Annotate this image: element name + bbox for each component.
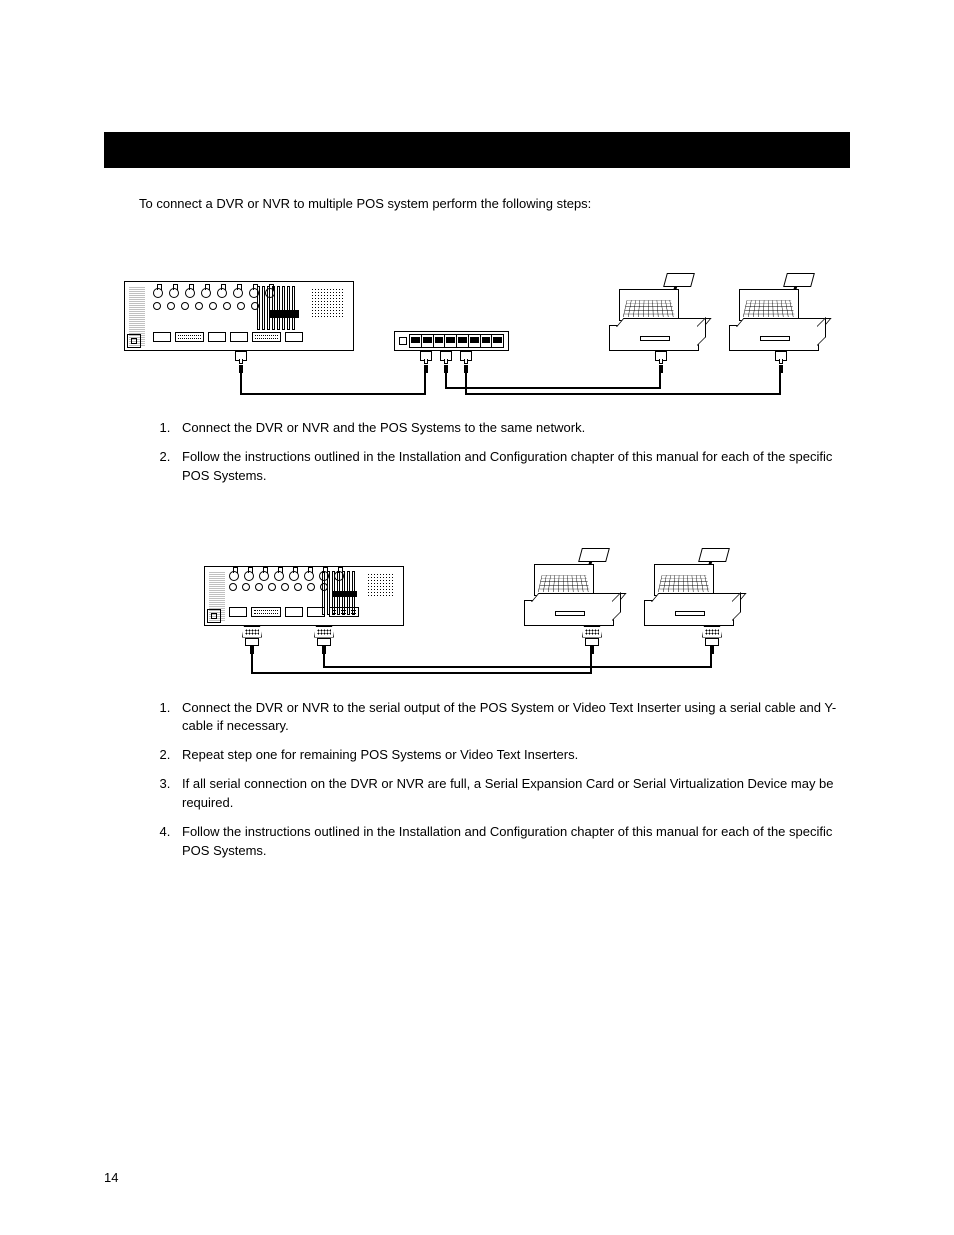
- page-number: 14: [104, 1170, 118, 1185]
- list-item: Repeat step one for remaining POS System…: [174, 746, 850, 765]
- serial-wiring: [124, 626, 850, 681]
- network-wiring: [124, 351, 850, 401]
- pos-register-icon: [609, 281, 699, 351]
- list-item: Connect the DVR or NVR to the serial out…: [174, 699, 850, 737]
- document-page: To connect a DVR or NVR to multiple POS …: [0, 0, 954, 1235]
- serial-section: Connect the DVR or NVR to the serial out…: [104, 556, 850, 861]
- network-steps-list: Connect the DVR or NVR and the POS Syste…: [174, 419, 850, 486]
- pos-register-icon: [644, 556, 734, 626]
- section-header-bar: [104, 132, 850, 168]
- network-switch: [394, 331, 509, 351]
- dvr-unit: [204, 566, 404, 626]
- list-item: Connect the DVR or NVR and the POS Syste…: [174, 419, 850, 438]
- network-diagram: [124, 281, 850, 351]
- dvr-unit: [124, 281, 354, 351]
- list-item: Follow the instructions outlined in the …: [174, 448, 850, 486]
- pos-register-icon: [524, 556, 614, 626]
- pos-register-icon: [729, 281, 819, 351]
- list-item: If all serial connection on the DVR or N…: [174, 775, 850, 813]
- list-item: Follow the instructions outlined in the …: [174, 823, 850, 861]
- serial-steps-list: Connect the DVR or NVR to the serial out…: [174, 699, 850, 861]
- serial-diagram: [204, 556, 850, 626]
- intro-text: To connect a DVR or NVR to multiple POS …: [139, 196, 850, 211]
